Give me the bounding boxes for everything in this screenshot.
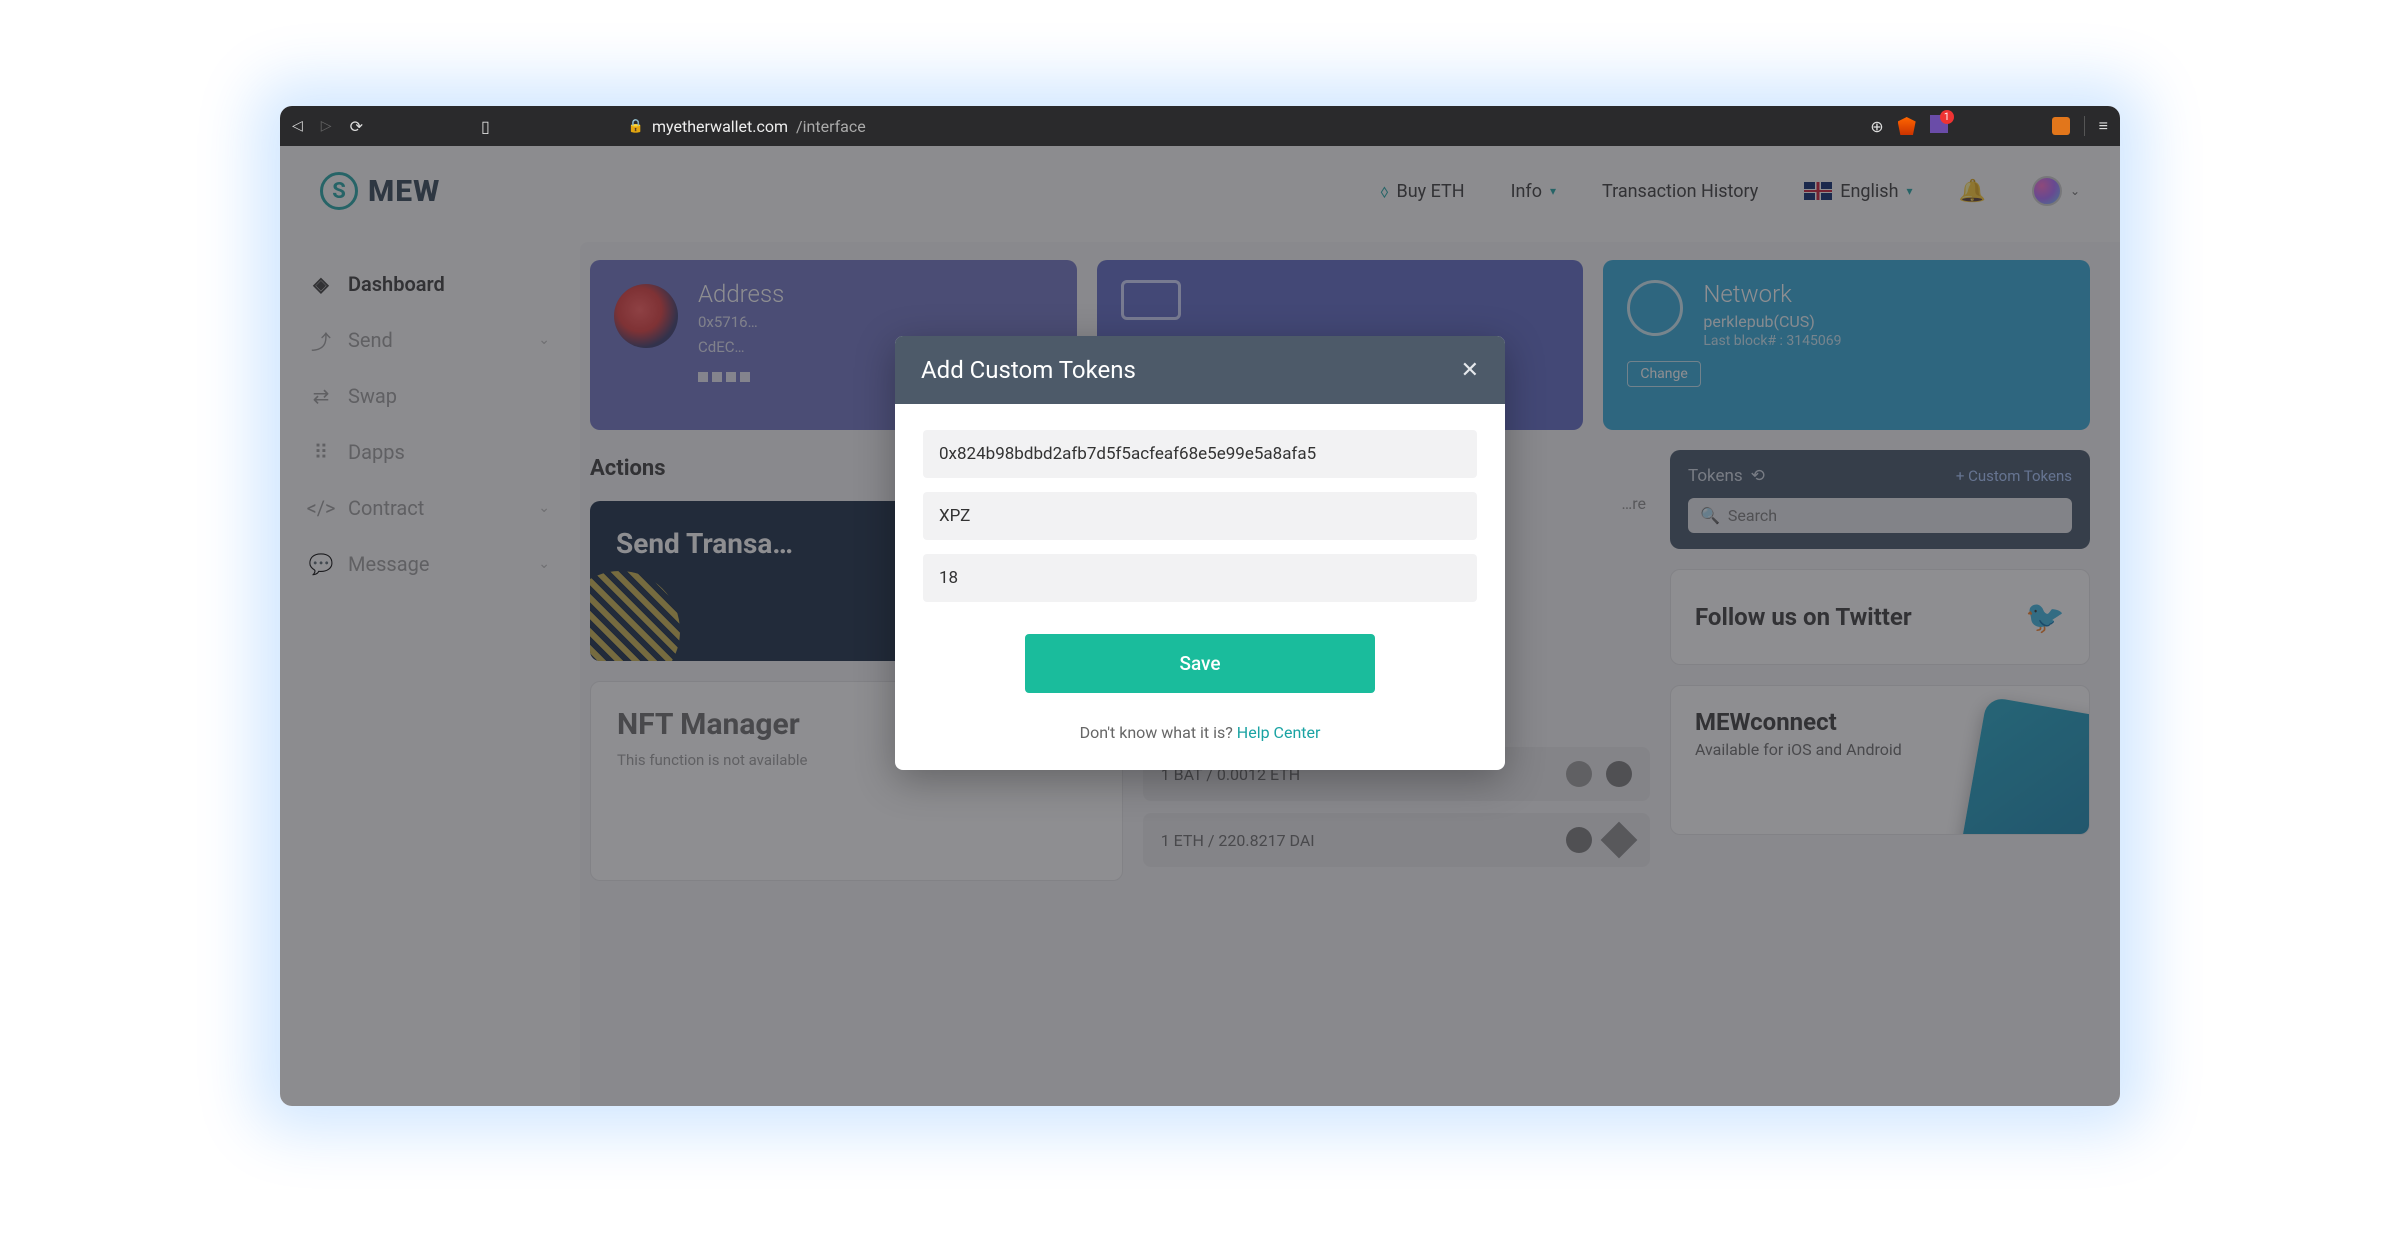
back-icon[interactable]: ◁ [292,118,303,134]
notification-count: 1 [1940,110,1954,124]
browser-window: ◁ ▷ ⟳ ▯ 🔒 myetherwallet.com/interface ⊕ … [280,106,2120,1106]
token-decimals-input[interactable] [923,554,1477,602]
token-symbol-input[interactable] [923,492,1477,540]
menu-icon[interactable]: ≡ [2099,116,2108,136]
add-custom-tokens-modal: Add Custom Tokens ✕ Save Don't know what… [895,336,1505,770]
modal-overlay[interactable]: Add Custom Tokens ✕ Save Don't know what… [280,146,2120,1106]
close-icon[interactable]: ✕ [1461,358,1479,383]
app-root: S MEW ⬨ Buy ETH Info ▾ Transaction Histo… [280,146,2120,1106]
modal-header: Add Custom Tokens ✕ [895,336,1505,404]
lock-icon: 🔒 [628,119,644,134]
save-button[interactable]: Save [1025,634,1375,693]
browser-toolbar: ◁ ▷ ⟳ ▯ 🔒 myetherwallet.com/interface ⊕ … [280,106,2120,146]
modal-title: Add Custom Tokens [921,356,1136,384]
address-bar[interactable]: 🔒 myetherwallet.com/interface [628,117,866,136]
extension-icon[interactable]: 1 [1930,115,1948,137]
metamask-icon[interactable] [2052,117,2070,135]
bookmark-icon[interactable]: ▯ [481,117,490,136]
token-address-input[interactable] [923,430,1477,478]
add-icon[interactable]: ⊕ [1870,117,1883,136]
forward-icon[interactable]: ▷ [321,118,332,134]
url-host: myetherwallet.com [652,117,788,136]
url-path: /interface [796,117,866,136]
brave-shield-icon[interactable] [1898,117,1916,135]
divider [2084,116,2085,136]
reload-icon[interactable]: ⟳ [350,117,363,136]
help-text: Don't know what it is? Help Center [923,723,1477,742]
help-question: Don't know what it is? [1080,723,1237,742]
help-center-link[interactable]: Help Center [1237,723,1321,742]
